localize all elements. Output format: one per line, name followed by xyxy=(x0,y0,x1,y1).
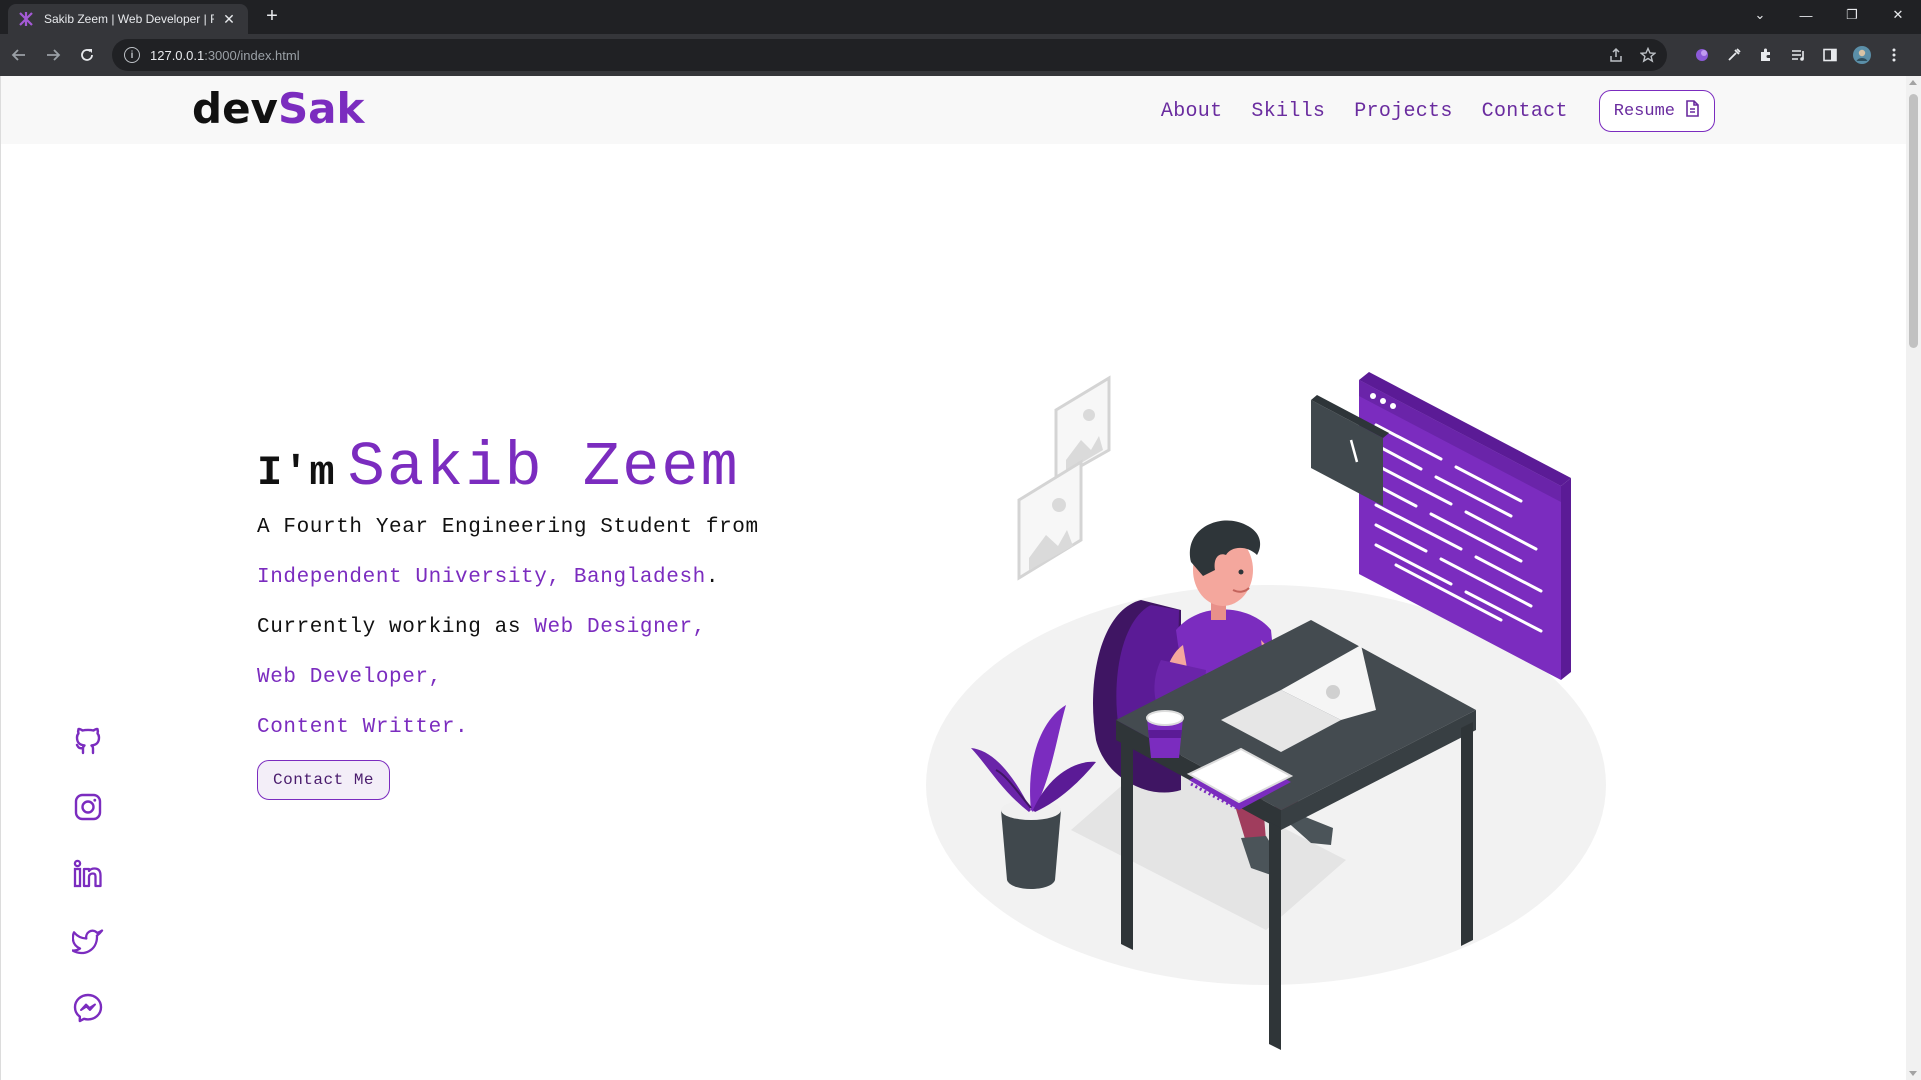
address-bar[interactable]: i 127.0.0.1:3000/index.html xyxy=(112,39,1667,71)
twitter-icon[interactable] xyxy=(71,925,105,957)
close-window-icon[interactable]: ✕ xyxy=(1875,0,1921,30)
site-logo[interactable]: devSak xyxy=(192,84,364,134)
profile-avatar-icon[interactable] xyxy=(1853,46,1871,64)
logo-text-sak: Sak xyxy=(277,84,365,133)
url-path: :3000/index.html xyxy=(204,47,300,63)
extension-icons xyxy=(1693,34,1903,76)
working-prefix: Currently working as xyxy=(257,616,535,639)
tab-close-icon[interactable]: ✕ xyxy=(220,11,238,28)
browser-toolbar: i 127.0.0.1:3000/index.html xyxy=(0,34,1921,76)
side-panel-icon[interactable] xyxy=(1821,46,1839,64)
role-web-designer: Web Designer, xyxy=(534,616,706,639)
hero-name: Sakib Zeem xyxy=(347,432,740,503)
nav-link-projects[interactable]: Projects xyxy=(1354,100,1452,123)
resume-button[interactable]: Resume xyxy=(1598,90,1715,132)
tab-search-icon[interactable]: ⌄ xyxy=(1737,0,1783,30)
forward-icon[interactable] xyxy=(38,40,68,70)
resume-label: Resume xyxy=(1613,101,1675,121)
period-text: . xyxy=(705,566,720,589)
url-host: 127.0.0.1 xyxy=(150,47,205,63)
picture-frame-icon xyxy=(1017,459,1083,581)
browser-menu-icon[interactable] xyxy=(1885,46,1903,64)
restore-icon[interactable]: ❐ xyxy=(1829,0,1875,30)
tab-title: Sakib Zeem | Web Developer | Fr xyxy=(44,12,214,26)
share-icon[interactable] xyxy=(1607,46,1625,64)
site-favicon-icon xyxy=(18,11,34,27)
browser-tab[interactable]: Sakib Zeem | Web Developer | Fr ✕ xyxy=(8,4,248,34)
greeting-text: I'm xyxy=(257,449,336,497)
page-scrollbar[interactable] xyxy=(1906,76,1921,1080)
hero-section: I'm Sakib Zeem A Fourth Year Engineering … xyxy=(257,432,759,800)
hero-line-3: Currently working as Web Designer, xyxy=(257,603,759,653)
nav-link-about[interactable]: About xyxy=(1161,100,1223,123)
page-viewport: devSak About Skills Projects Contact Res… xyxy=(0,76,1906,1080)
contact-me-button[interactable]: Contact Me xyxy=(257,760,391,800)
media-queue-icon[interactable] xyxy=(1789,46,1807,64)
bookmark-star-icon[interactable] xyxy=(1639,46,1657,64)
nav-link-contact[interactable]: Contact xyxy=(1482,100,1568,123)
linkedin-icon[interactable] xyxy=(71,858,105,890)
social-links xyxy=(71,724,105,1024)
site-header: devSak About Skills Projects Contact Res… xyxy=(1,76,1906,144)
extensions-puzzle-icon[interactable] xyxy=(1757,46,1775,64)
site-info-icon[interactable]: i xyxy=(124,47,140,63)
university-text: Independent University, Bangladesh xyxy=(257,566,706,589)
hero-heading: I'm Sakib Zeem xyxy=(257,432,759,503)
hero-illustration xyxy=(921,300,1621,1060)
hero-line-1: A Fourth Year Engineering Student from xyxy=(257,516,759,539)
minimize-icon[interactable]: — xyxy=(1783,0,1829,30)
github-icon[interactable] xyxy=(71,724,105,756)
role-content-writter: Content Writter. xyxy=(257,716,469,739)
eyedropper-icon[interactable] xyxy=(1725,46,1743,64)
window-controls: ⌄ — ❐ ✕ xyxy=(1737,0,1921,30)
coffee-cup xyxy=(1146,710,1184,758)
new-tab-icon[interactable]: + xyxy=(262,6,282,26)
scroll-up-arrow-icon[interactable] xyxy=(1909,80,1917,85)
messenger-icon[interactable] xyxy=(71,992,105,1024)
nav-link-skills[interactable]: Skills xyxy=(1251,100,1325,123)
document-icon xyxy=(1685,99,1700,123)
scroll-down-arrow-icon[interactable] xyxy=(1909,1071,1917,1076)
main-nav: About Skills Projects Contact Resume xyxy=(1161,90,1715,132)
instagram-icon[interactable] xyxy=(71,791,105,823)
hero-line-2: Independent University, Bangladesh. xyxy=(257,553,759,603)
browser-tabbar: Sakib Zeem | Web Developer | Fr ✕ + ⌄ — … xyxy=(0,0,1921,34)
reload-icon[interactable] xyxy=(72,40,102,70)
logo-text-dev: dev xyxy=(192,84,278,133)
extension-purple-icon[interactable] xyxy=(1693,46,1711,64)
back-icon[interactable] xyxy=(4,40,34,70)
scroll-thumb[interactable] xyxy=(1909,94,1918,348)
role-web-developer: Web Developer, xyxy=(257,666,442,689)
